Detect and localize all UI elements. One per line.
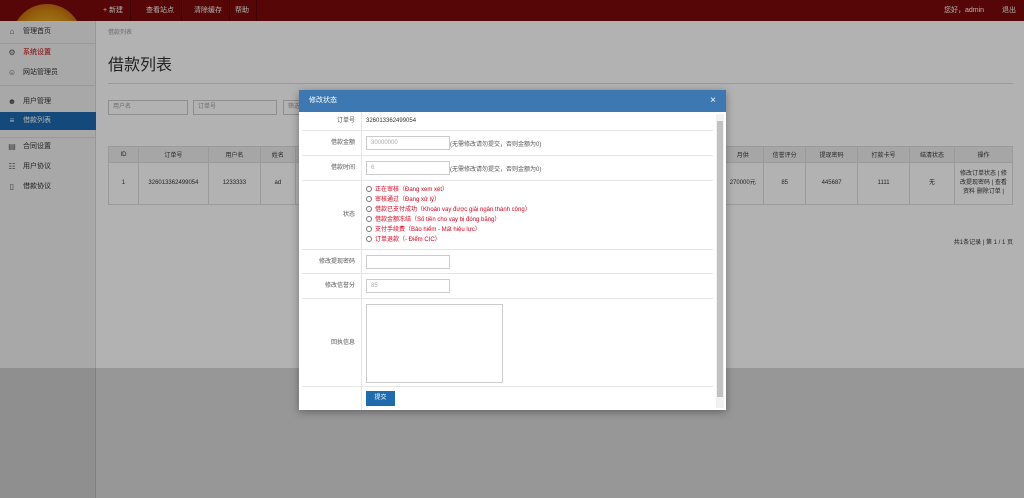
amount-input[interactable]: 30000000 <box>366 136 450 150</box>
radio-icon <box>366 236 372 243</box>
modal-title: 修改状态 <box>309 97 337 104</box>
withdraw-pwd-input[interactable] <box>366 255 450 269</box>
status-label: 状态 <box>302 181 362 249</box>
withdraw-pwd-label: 修改提现密码 <box>302 250 362 273</box>
term-note: (无需修改请勿提交，否则金额为0) <box>450 167 542 173</box>
row-order-no: 订单号 326013362499054 <box>302 112 713 131</box>
modal-header: 修改状态 × <box>299 90 726 112</box>
edit-status-modal: 修改状态 × 订单号 326013362499054 借款金额 30000000… <box>299 90 726 410</box>
amount-label: 借款金额 <box>302 131 362 155</box>
feedback-textarea[interactable] <box>366 304 503 383</box>
row-submit: 提交 <box>302 387 713 410</box>
credit-label: 修改信誉分 <box>302 274 362 298</box>
radio-icon <box>366 186 372 193</box>
amount-note: (无需修改请勿提交，否则金额为0) <box>450 142 542 148</box>
order-no-label: 订单号 <box>302 112 362 130</box>
status-radio-reviewing[interactable]: 正在审核（Đang xem xét） <box>366 186 448 194</box>
status-radio-paid[interactable]: 借款已支付成功（Khoản vay được giải ngân thành c… <box>366 206 531 214</box>
row-feedback: 回执信息 <box>302 299 713 387</box>
row-status: 状态 正在审核（Đang xem xét） 审核通过（Đang xử lý） 借… <box>302 181 713 250</box>
radio-icon <box>366 216 372 223</box>
term-label: 借款时间 <box>302 156 362 180</box>
term-input[interactable]: 6 <box>366 161 450 175</box>
radio-icon <box>366 206 372 213</box>
row-term: 借款时间 6 (无需修改请勿提交，否则金额为0) <box>302 156 713 181</box>
radio-icon <box>366 226 372 233</box>
radio-icon <box>366 196 372 203</box>
modal-scrollbar[interactable] <box>716 114 724 408</box>
status-radio-refund[interactable]: 订单退款（- Điểm CIC） <box>366 236 441 244</box>
status-radio-frozen[interactable]: 借款金额冻结（Số tiền cho vay bị đóng băng） <box>366 216 500 224</box>
feedback-label: 回执信息 <box>302 299 362 386</box>
status-radio-fee[interactable]: 支付手续费（Bảo hiểm - Mất hiệu lực） <box>366 226 481 234</box>
credit-input[interactable]: 85 <box>366 279 450 293</box>
modal-body: 订单号 326013362499054 借款金额 30000000 (无需修改请… <box>299 112 726 410</box>
status-radio-approved[interactable]: 审核通过（Đang xử lý） <box>366 196 440 204</box>
order-no-value: 326013362499054 <box>366 118 417 124</box>
submit-button[interactable]: 提交 <box>366 391 395 406</box>
row-withdraw-pwd: 修改提现密码 <box>302 250 713 274</box>
close-icon[interactable]: × <box>710 90 716 112</box>
row-amount: 借款金额 30000000 (无需修改请勿提交，否则金额为0) <box>302 131 713 156</box>
row-credit: 修改信誉分 85 <box>302 274 713 299</box>
